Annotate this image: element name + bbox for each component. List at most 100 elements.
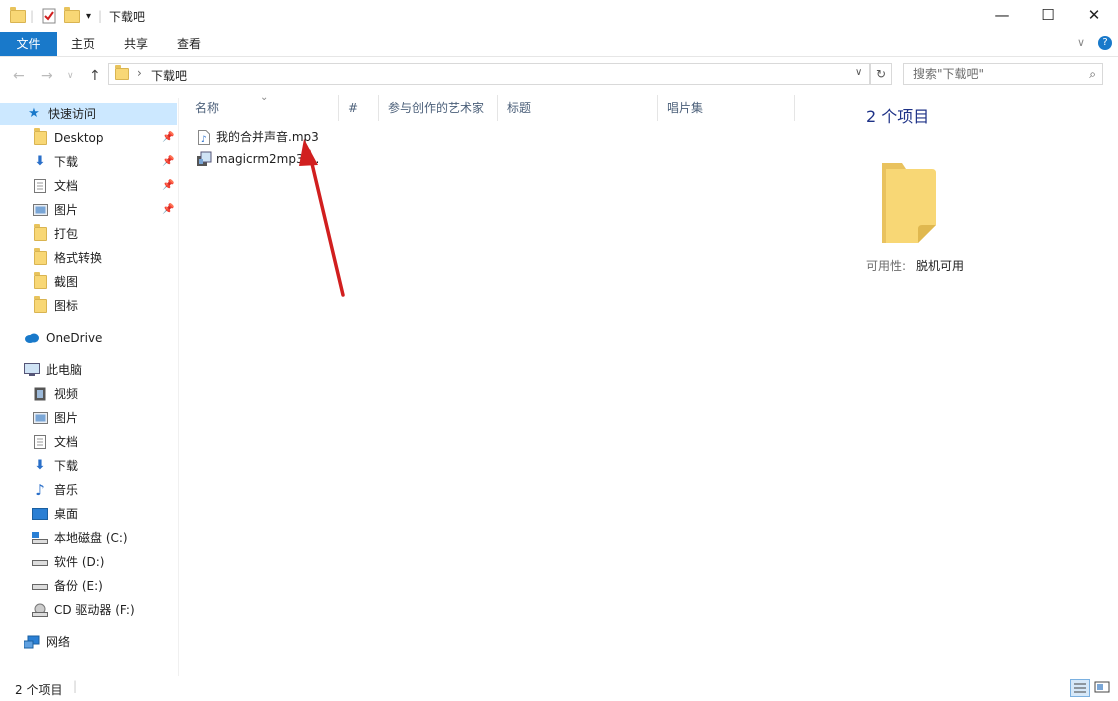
pin-icon[interactable]: 📌 [162, 156, 174, 167]
availability-label: 可用性: [866, 259, 907, 273]
nav-item-videos[interactable]: 视频 [32, 383, 78, 405]
scrollbar[interactable] [1101, 95, 1118, 675]
tab-file[interactable]: 文件 [0, 32, 57, 56]
computer-icon [24, 362, 40, 378]
cloud-icon [24, 330, 40, 346]
address-bar[interactable]: › 下载吧 ∨ [108, 63, 870, 85]
nav-this-pc[interactable]: 此电脑 [24, 359, 82, 381]
search-icon[interactable]: ⌕ [1089, 64, 1096, 84]
folder-icon [32, 296, 48, 314]
back-icon[interactable]: ← [13, 68, 25, 84]
nav-label: 软件 (D:) [54, 555, 105, 569]
nav-item-music[interactable]: ♪ 音乐 [32, 479, 78, 501]
nav-item-icons[interactable]: 图标 [32, 295, 78, 317]
title-bar: | ▾ | 下载吧 — ☐ ✕ [0, 0, 1118, 32]
nav-item-dabao[interactable]: 打包 [32, 223, 78, 245]
window-title: 下载吧 [109, 10, 146, 24]
navigation-pane: ★ 快速访问 Desktop 📌 ⬇ 下载 📌 文档 📌 图片 📌 打包 格式转… [0, 98, 179, 676]
pin-icon[interactable]: 📌 [162, 180, 174, 191]
column-header-number[interactable]: # [339, 95, 379, 121]
forward-icon[interactable]: → [41, 68, 53, 84]
item-count-heading: 2 个项目 [866, 107, 930, 126]
nav-label: 备份 (E:) [54, 579, 103, 593]
app-file-icon [196, 151, 212, 167]
up-icon[interactable]: ↑ [89, 68, 101, 84]
nav-item-pictures[interactable]: 图片 [32, 199, 78, 221]
music-icon: ♪ [35, 481, 45, 499]
column-header-artists[interactable]: 参与创作的艺术家 [379, 95, 498, 121]
nav-item-pc-documents[interactable]: 文档 [32, 431, 78, 453]
nav-item-desktop-pc[interactable]: 桌面 [32, 503, 78, 525]
nav-label: 图标 [54, 299, 79, 313]
nav-label: OneDrive [46, 331, 103, 345]
pin-icon[interactable]: 📌 [162, 132, 174, 143]
quick-access-divider: | [30, 9, 35, 23]
status-item-count: 2 个项目 [15, 683, 63, 697]
network-icon [24, 634, 40, 650]
nav-label: 图片 [54, 203, 79, 217]
tab-home[interactable]: 主页 [57, 32, 109, 56]
nav-item-screenshots[interactable]: 截图 [32, 271, 78, 293]
window-folder-icon [10, 6, 26, 25]
nav-label: 截图 [54, 275, 79, 289]
drive-icon [32, 554, 48, 570]
nav-label: 音乐 [54, 483, 79, 497]
folder-icon [32, 272, 48, 290]
star-icon: ★ [28, 106, 40, 121]
video-icon [32, 386, 48, 402]
breadcrumb[interactable]: 下载吧 [151, 67, 187, 84]
availability-value: 脱机可用 [916, 259, 965, 273]
drive-icon [32, 578, 48, 594]
nav-item-drive-f[interactable]: CD 驱动器 (F:) [32, 599, 135, 621]
tab-share[interactable]: 共享 [110, 32, 162, 56]
status-divider: | [73, 679, 78, 693]
system-drive-icon [32, 530, 48, 546]
nav-item-drive-c[interactable]: 本地磁盘 (C:) [32, 527, 128, 549]
nav-quick-access[interactable]: ★ 快速访问 [0, 103, 177, 125]
nav-label: 此电脑 [46, 363, 83, 377]
close-button[interactable]: ✕ [1071, 0, 1117, 30]
details-view-icon[interactable] [1070, 679, 1090, 697]
nav-item-desktop[interactable]: Desktop [32, 127, 104, 149]
folder-icon [32, 224, 48, 242]
nav-label: 本地磁盘 (C:) [54, 531, 128, 545]
nav-network[interactable]: 网络 [24, 631, 70, 653]
search-input[interactable]: 搜索"下载吧" ⌕ [903, 63, 1103, 85]
maximize-button[interactable]: ☐ [1025, 0, 1071, 30]
column-header-title[interactable]: 标题 [498, 95, 658, 121]
nav-onedrive[interactable]: OneDrive [24, 327, 102, 349]
title-divider: | [98, 9, 103, 23]
minimize-button[interactable]: — [979, 0, 1025, 30]
status-bar: 2 个项目 | [0, 676, 1118, 701]
large-icons-view-icon[interactable] [1093, 679, 1113, 697]
nav-item-documents[interactable]: 文档 [32, 175, 78, 197]
nav-item-downloads[interactable]: ⬇ 下载 [32, 151, 78, 173]
nav-label: 文档 [54, 179, 79, 193]
tab-view[interactable]: 查看 [163, 32, 215, 56]
help-icon[interactable]: ? [1098, 36, 1112, 50]
nav-item-drive-d[interactable]: 软件 (D:) [32, 551, 104, 573]
nav-item-format-convert[interactable]: 格式转换 [32, 247, 102, 269]
ribbon: 文件 主页 共享 查看 ∨ ? [0, 32, 1118, 57]
recent-locations-icon[interactable]: ∨ [67, 71, 74, 81]
nav-item-pc-pictures[interactable]: 图片 [32, 407, 78, 429]
cd-drive-icon [32, 602, 48, 618]
nav-label: 格式转换 [54, 251, 103, 265]
audio-file-icon: ♪ [196, 129, 212, 145]
nav-label: CD 驱动器 (F:) [54, 603, 135, 617]
nav-label: 文档 [54, 435, 79, 449]
customize-quick-access-icon[interactable]: ▾ [86, 7, 91, 25]
address-dropdown-icon[interactable]: ∨ [855, 67, 862, 78]
new-folder-icon[interactable] [64, 6, 80, 25]
column-header-name[interactable]: 名称 [186, 95, 339, 121]
download-icon: ⬇ [34, 154, 46, 169]
nav-item-drive-e[interactable]: 备份 (E:) [32, 575, 103, 597]
nav-item-pc-downloads[interactable]: ⬇ 下载 [32, 455, 78, 477]
pin-icon[interactable]: 📌 [162, 204, 174, 215]
refresh-icon[interactable]: ↻ [870, 63, 892, 85]
nav-label: 下载 [54, 459, 79, 473]
properties-icon[interactable] [42, 7, 56, 25]
details-pane: 2 个项目 可用性: 脱机可用 [842, 95, 1118, 675]
column-header-album[interactable]: 唱片集 [658, 95, 795, 121]
expand-ribbon-icon[interactable]: ∨ [1077, 36, 1085, 49]
